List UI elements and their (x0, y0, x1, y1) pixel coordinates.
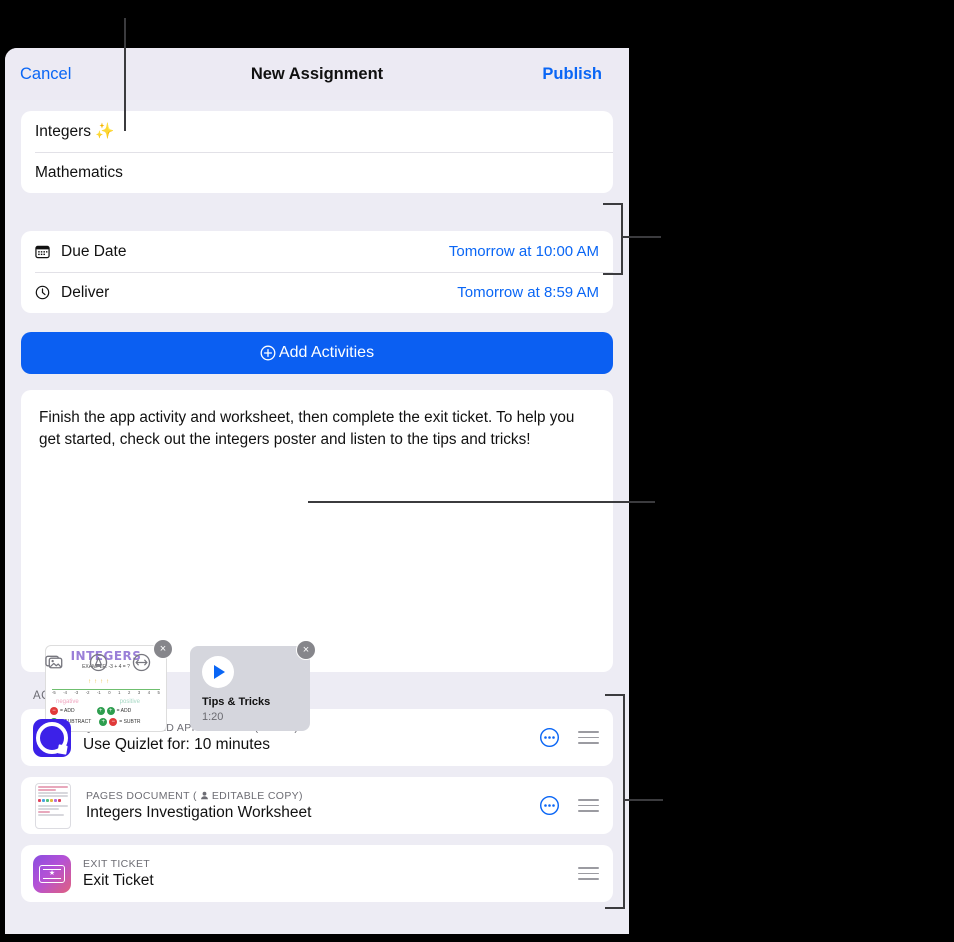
person-icon (200, 791, 209, 800)
callout-line-attachments (308, 501, 655, 504)
schedule-card: Due Date Tomorrow at 10:00 AM Deliver To… (21, 231, 613, 313)
activity-title: Integers Investigation Worksheet (86, 803, 312, 821)
due-date-value[interactable]: Tomorrow at 10:00 AM (449, 243, 599, 260)
reorder-handle-icon[interactable] (578, 731, 599, 744)
more-options-icon[interactable] (539, 795, 560, 816)
poster-positive-label: positive (119, 699, 140, 705)
more-options-icon[interactable] (539, 727, 560, 748)
deliver-row[interactable]: Deliver Tomorrow at 8:59 AM (21, 272, 613, 313)
insert-toolbar (45, 652, 151, 672)
activity-title: Exit Ticket (83, 871, 154, 889)
quizlet-app-icon (33, 718, 71, 757)
plus-circle-icon (260, 345, 276, 361)
poster-rule-row: − = ADD + + = ADD (50, 707, 162, 715)
add-activities-button[interactable]: Add Activities (21, 332, 613, 374)
assignment-subject-value: Mathematics (35, 163, 123, 181)
play-icon[interactable] (202, 656, 234, 688)
plus-badge-icon: + (99, 718, 108, 726)
due-date-row[interactable]: Due Date Tomorrow at 10:00 AM (21, 231, 613, 272)
minus-badge-icon: − (109, 718, 118, 726)
navigation-bar: Cancel New Assignment Publish (5, 48, 629, 100)
assignment-details-card: Integers ✨ Mathematics (21, 111, 613, 193)
pages-document-icon (35, 782, 71, 829)
calendar-icon (35, 244, 55, 259)
activity-text: PAGES DOCUMENT ( EDITABLE COPY) Integers… (86, 790, 529, 822)
callout-bracket-activities (605, 694, 663, 909)
reorder-handle-icon[interactable] (578, 799, 599, 812)
plus-badge-icon: + (106, 707, 115, 715)
poster-number-labels: -5 -4 -3 -2 -1 0 1 2 3 4 5 (52, 690, 160, 695)
poster-negative-label: negative (56, 699, 79, 705)
activity-actions (578, 867, 599, 880)
due-date-label: Due Date (61, 242, 127, 260)
plus-badge-icon: + (96, 707, 105, 715)
activity-kicker: EXIT TICKET (83, 857, 151, 870)
publish-button[interactable]: Publish (542, 65, 602, 84)
activity-row-pages-worksheet[interactable]: PAGES DOCUMENT ( EDITABLE COPY) Integers… (21, 777, 613, 834)
activity-kicker: PAGES DOCUMENT ( EDITABLE COPY) (86, 790, 529, 802)
clock-icon (35, 285, 55, 300)
callout-line-title (124, 18, 127, 131)
reorder-handle-icon[interactable] (578, 867, 599, 880)
remove-attachment-icon[interactable]: × (153, 639, 173, 659)
markup-pen-icon[interactable] (88, 652, 108, 672)
video-title: Tips & Tricks (202, 696, 271, 708)
activity-row-exit-ticket[interactable]: ★ EXIT TICKET Exit Ticket (21, 845, 613, 902)
activity-text: EXIT TICKET Exit Ticket (83, 858, 568, 890)
page-title: New Assignment (250, 64, 384, 83)
tips-and-tricks-card: Tips & Tricks 1:20 (190, 646, 310, 731)
exit-ticket-icon: ★ (33, 854, 71, 893)
activity-actions (539, 795, 599, 816)
assignment-title-value: Integers ✨ (35, 123, 115, 140)
callout-bracket-schedule (603, 203, 661, 275)
audio-recording-icon[interactable] (131, 652, 151, 672)
video-duration: 1:20 (202, 711, 224, 723)
deliver-label: Deliver (61, 283, 110, 301)
activity-kicker-tail: EDITABLE COPY) (211, 789, 303, 802)
description-text[interactable]: Finish the app activity and worksheet, t… (21, 390, 613, 450)
poster-arrows: ↑↑↑↑ (88, 679, 112, 685)
remove-attachment-icon[interactable]: × (296, 640, 316, 660)
new-assignment-panel: Cancel New Assignment Publish Integers ✨… (5, 48, 629, 934)
activity-kicker-head: PAGES DOCUMENT ( (86, 789, 197, 802)
activity-actions (539, 727, 599, 748)
add-activities-label: Add Activities (278, 344, 375, 361)
screenshot-stage: Cancel New Assignment Publish Integers ✨… (0, 0, 954, 942)
deliver-value[interactable]: Tomorrow at 8:59 AM (457, 284, 599, 301)
description-card: Finish the app activity and worksheet, t… (21, 390, 613, 732)
pages-thumbnail-content (38, 785, 68, 826)
assignment-subject-field[interactable]: Mathematics (21, 152, 613, 193)
assignment-title-field[interactable]: Integers ✨ (21, 111, 613, 152)
photo-library-icon[interactable] (45, 652, 65, 672)
minus-badge-icon: − (50, 707, 58, 715)
attachment-tips-and-tricks-video[interactable]: Tips & Tricks 1:20 × (190, 640, 316, 731)
activity-title: Use Quizlet for: 10 minutes (83, 735, 270, 753)
